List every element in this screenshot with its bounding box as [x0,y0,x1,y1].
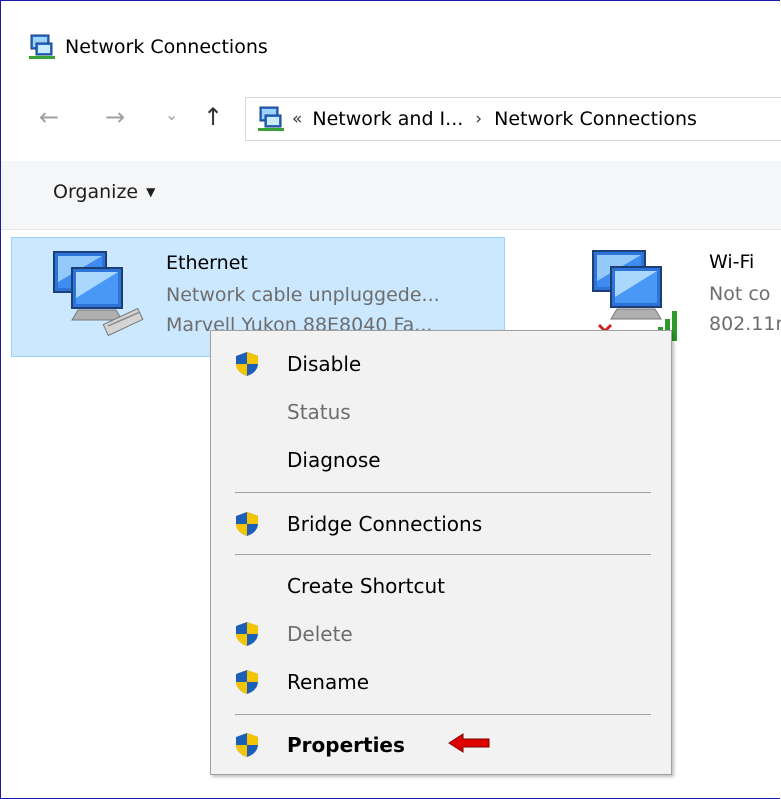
uac-shield-icon [236,670,258,694]
connection-name-wifi: Wi-Fi [709,251,755,273]
menu-label-rename: Rename [287,670,370,694]
network-connections-icon [29,34,55,59]
caret-down-icon: ▼ [146,185,156,199]
menu-item-rename[interactable]: Rename [211,661,671,703]
menu-item-create-shortcut[interactable]: Create Shortcut [211,565,671,607]
annotation-arrow-icon [448,733,490,753]
forward-arrow-icon[interactable]: → [105,101,125,133]
navigation-bar: ← → ⌄ ↑ « Network and I... › Network Con… [1,97,781,141]
menu-label-create-shortcut: Create Shortcut [287,574,445,598]
organize-label: Organize [53,181,139,203]
up-arrow-icon[interactable]: ↑ [203,101,223,133]
connection-status-ethernet: Network cable unpluggede... [166,284,440,306]
menu-item-delete[interactable]: Delete [211,613,671,655]
menu-item-properties[interactable]: Properties [211,724,671,766]
uac-shield-icon [236,352,258,376]
menu-separator [235,554,651,555]
breadcrumb-network-connections[interactable]: Network Connections [494,108,697,130]
breadcrumb-network-and-internet[interactable]: Network and I... [312,108,463,130]
back-arrow-icon[interactable]: ← [39,101,59,133]
menu-item-bridge-connections[interactable]: Bridge Connections [211,503,671,545]
uac-shield-icon [236,733,258,757]
menu-item-diagnose[interactable]: Diagnose [211,439,671,481]
menu-label-disable: Disable [287,352,362,376]
connection-name-ethernet: Ethernet [166,252,248,274]
uac-shield-icon [236,512,258,536]
command-bar: Organize ▼ [1,161,781,230]
window-frame: Network Connections ← → ⌄ ↑ « Network an… [0,0,781,799]
organize-button[interactable]: Organize ▼ [53,181,155,203]
title-bar: Network Connections [29,27,268,67]
uac-shield-icon [236,622,258,646]
connection-status-wifi: Not co [709,283,771,305]
menu-separator [235,714,651,715]
address-network-icon [258,106,284,131]
connection-device-wifi: 802.11r [709,313,781,335]
menu-label-properties: Properties [287,733,405,757]
ethernet-adapter-icon [53,251,144,336]
breadcrumb-overflow-icon[interactable]: « [292,109,302,129]
menu-label-delete: Delete [287,622,353,646]
address-bar[interactable]: « Network and I... › Network Connections [245,97,781,141]
menu-label-status: Status [287,400,351,424]
menu-label-diagnose: Diagnose [287,448,381,472]
breadcrumb-separator-icon[interactable]: › [475,109,482,129]
menu-item-status[interactable]: Status [211,391,671,433]
menu-separator [235,492,651,493]
menu-item-disable[interactable]: Disable [211,343,671,385]
menu-label-bridge-connections: Bridge Connections [287,512,483,536]
window-title: Network Connections [65,36,268,58]
context-menu: Disable Status Diagnose Bridge Connectio… [210,330,672,775]
recent-locations-chevron-icon[interactable]: ⌄ [165,99,178,131]
